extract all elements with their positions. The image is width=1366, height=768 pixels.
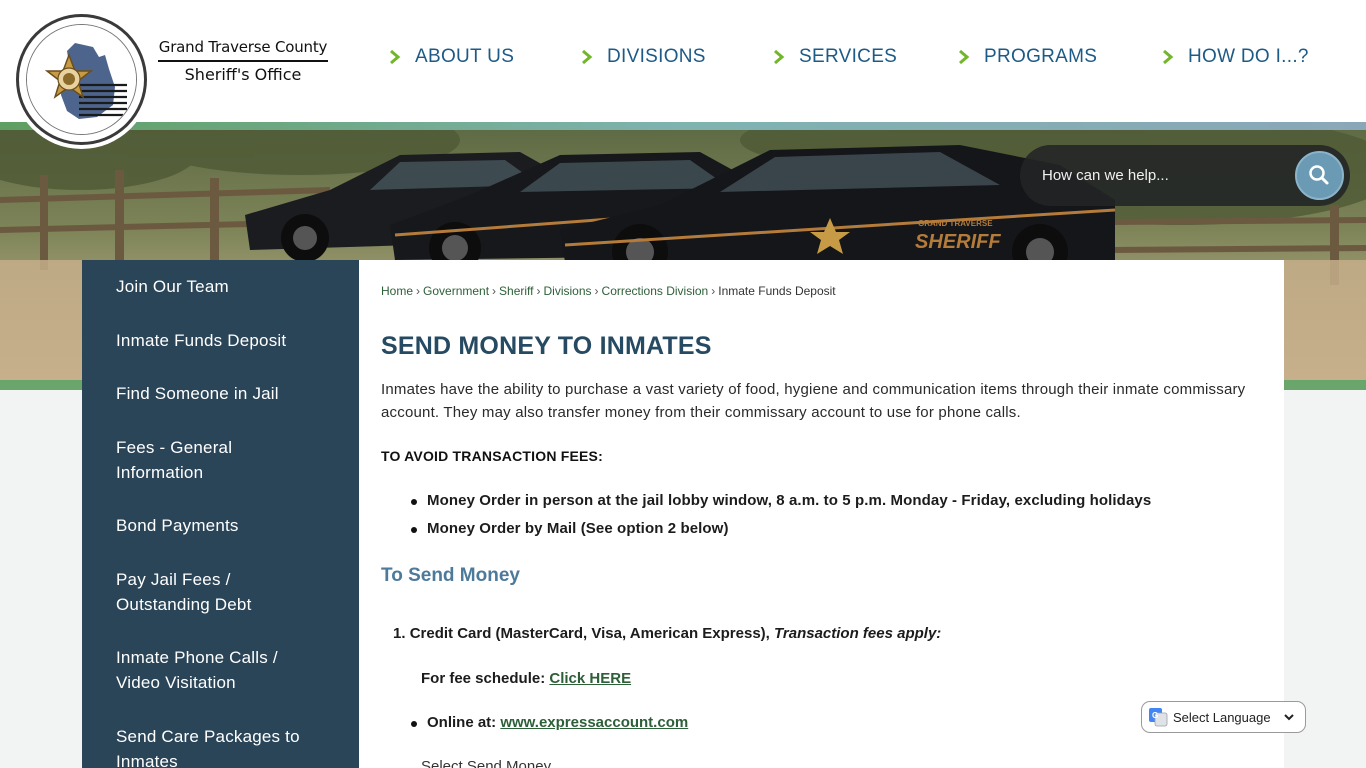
expressaccount-link[interactable]: www.expressaccount.com bbox=[500, 714, 688, 731]
breadcrumb-separator: › bbox=[492, 284, 497, 298]
org-name[interactable]: Grand Traverse County Sheriff's Office bbox=[158, 38, 328, 84]
option-number: 1. bbox=[393, 625, 406, 642]
avoid-fee-item: Money Order by Mail (See option 2 below) bbox=[411, 520, 729, 537]
search-input[interactable] bbox=[1042, 163, 1302, 187]
sidebar-item-join-our-team[interactable]: Join Our Team bbox=[116, 274, 346, 299]
sidebar-nav: Join Our Team Inmate Funds Deposit Find … bbox=[82, 260, 359, 768]
sheriff-logo[interactable] bbox=[16, 14, 147, 145]
chevron-right-icon bbox=[959, 50, 970, 64]
main-content: Home › Government › Sheriff › Divisions › Correc… bbox=[359, 260, 1284, 768]
car-decal-text: SHERIFF bbox=[915, 231, 1001, 253]
google-translate-icon: G bbox=[1149, 708, 1168, 727]
fee-schedule: For fee schedule: Click HERE bbox=[421, 670, 631, 687]
nav-label: ABOUT US bbox=[415, 46, 515, 67]
sidebar-item-pay-jail-fees[interactable]: Pay Jail Fees / Outstanding Debt bbox=[116, 567, 276, 617]
option-credit-card: 1. Credit Card (MasterCard, Visa, Americ… bbox=[393, 625, 941, 642]
fee-schedule-link[interactable]: Click HERE bbox=[549, 670, 631, 687]
language-select-label: Select Language bbox=[1173, 709, 1271, 725]
breadcrumb-home[interactable]: Home bbox=[381, 284, 413, 298]
site-search bbox=[1020, 145, 1350, 206]
org-name-line2: Sheriff's Office bbox=[184, 65, 302, 84]
online-label: Online at: bbox=[427, 714, 501, 731]
car-decal-small-text: GRAND TRAVERSE bbox=[918, 219, 993, 228]
breadcrumb-government[interactable]: Government bbox=[423, 284, 489, 298]
fee-label: For fee schedule: bbox=[421, 670, 550, 687]
breadcrumb: Home › Government › Sheriff › Divisions › Correc… bbox=[381, 284, 836, 298]
header-accent-bar bbox=[0, 122, 1366, 130]
option-text: Credit Card (MasterCard, Visa, American … bbox=[409, 625, 774, 642]
sidebar-item-inmate-phone-calls[interactable]: Inmate Phone Calls / Video Visitation bbox=[116, 645, 306, 695]
nav-divisions[interactable]: DIVISIONS bbox=[581, 44, 706, 70]
breadcrumb-sheriff[interactable]: Sheriff bbox=[499, 284, 533, 298]
nav-label: HOW DO I...? bbox=[1188, 46, 1309, 67]
sidebar-item-fees-general[interactable]: Fees - General Information bbox=[116, 435, 276, 485]
breadcrumb-corrections-division[interactable]: Corrections Division bbox=[602, 284, 709, 298]
chevron-right-icon bbox=[1163, 50, 1174, 64]
nav-services[interactable]: SERVICES bbox=[773, 44, 897, 70]
sidebar-item-send-care-packages[interactable]: Send Care Packages to Inmates bbox=[116, 724, 316, 768]
language-select[interactable]: G Select Language bbox=[1141, 701, 1306, 733]
sidebar-item-bond-payments[interactable]: Bond Payments bbox=[116, 513, 346, 538]
search-icon bbox=[1309, 165, 1329, 185]
nav-programs[interactable]: PROGRAMS bbox=[958, 44, 1097, 70]
chevron-right-icon bbox=[390, 50, 401, 64]
nav-about-us[interactable]: ABOUT US bbox=[389, 44, 514, 70]
breadcrumb-separator: › bbox=[416, 284, 421, 298]
nav-label: SERVICES bbox=[799, 46, 898, 67]
send-money-heading: To Send Money bbox=[381, 565, 520, 586]
sidebar-item-find-someone-in-jail[interactable]: Find Someone in Jail bbox=[116, 381, 346, 406]
nav-label: DIVISIONS bbox=[607, 46, 706, 67]
chevron-down-icon bbox=[1284, 714, 1294, 721]
chevron-right-icon bbox=[582, 50, 593, 64]
nav-label: PROGRAMS bbox=[984, 46, 1098, 67]
nav-how-do-i[interactable]: HOW DO I...? bbox=[1162, 44, 1309, 70]
org-name-line1: Grand Traverse County bbox=[158, 38, 328, 62]
search-button[interactable] bbox=[1295, 151, 1344, 200]
avoid-fee-item: Money Order in person at the jail lobby … bbox=[410, 492, 1152, 509]
online-option: Online at: www.expressaccount.com bbox=[410, 714, 688, 731]
breadcrumb-separator: › bbox=[711, 284, 716, 298]
site-header: Grand Traverse County Sheriff's Office A… bbox=[0, 0, 1366, 145]
logo-emblem bbox=[26, 24, 137, 135]
select-send-money-text: Select Send Money bbox=[421, 758, 552, 768]
svg-text:G: G bbox=[1152, 711, 1158, 720]
breadcrumb-separator: › bbox=[594, 284, 599, 298]
option-fee-note: Transaction fees apply: bbox=[774, 625, 942, 642]
michigan-star-icon bbox=[27, 25, 136, 134]
breadcrumb-divisions[interactable]: Divisions bbox=[544, 284, 592, 298]
chevron-right-icon bbox=[774, 50, 785, 64]
breadcrumb-current: Inmate Funds Deposit bbox=[718, 284, 836, 298]
intro-paragraph: Inmates have the ability to purchase a v… bbox=[381, 381, 1246, 421]
page-title: SEND MONEY TO INMATES bbox=[381, 332, 712, 360]
breadcrumb-separator: › bbox=[536, 284, 541, 298]
avoid-fees-heading: TO AVOID TRANSACTION FEES: bbox=[381, 448, 603, 464]
sidebar-item-inmate-funds-deposit[interactable]: Inmate Funds Deposit bbox=[116, 328, 346, 353]
